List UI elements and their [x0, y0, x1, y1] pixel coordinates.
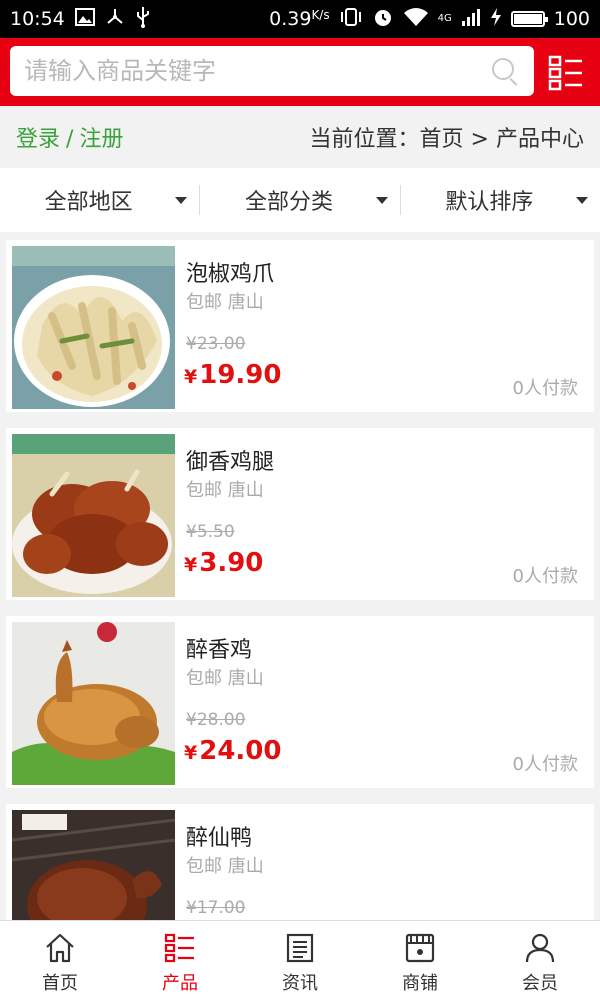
network-type: 4G [437, 13, 452, 24]
login-link[interactable]: 登录 [16, 127, 60, 152]
register-link[interactable]: 注册 [79, 127, 123, 152]
signal-icon [461, 7, 481, 31]
usb-hub-icon [105, 7, 125, 31]
original-price: ¥23.00 [186, 334, 246, 354]
product-list-icon [164, 933, 194, 963]
product-card[interactable]: 醉香鸡 包邮 唐山 ¥28.00 ¥24.00 0人付款 [6, 616, 594, 788]
sale-price-value: 3.90 [199, 548, 264, 578]
filter-sort-label: 默认排序 [445, 190, 534, 215]
product-card[interactable]: 醉仙鸭 包邮 唐山 ¥17.00 ¥ [6, 804, 594, 920]
sale-price: ¥3.90 [184, 548, 263, 578]
tab-shop-label: 商铺 [402, 973, 438, 994]
breadcrumb-current: 产品中心 [495, 127, 584, 152]
filter-region-label: 全部地区 [44, 190, 133, 215]
network-speed: 0.39 [269, 8, 312, 30]
member-icon [525, 933, 555, 963]
currency-symbol: ¥ [184, 554, 198, 576]
breadcrumb: 当前位置：首页 > 产品中心 [310, 121, 584, 153]
buyer-count: 0人付款 [512, 378, 578, 399]
product-meta: 包邮 唐山 [186, 668, 264, 689]
sale-price-value: 24.00 [199, 736, 282, 766]
sale-price-value: 19.90 [199, 360, 282, 390]
news-icon [286, 933, 314, 963]
buyer-count: 0人付款 [512, 566, 578, 587]
charging-icon [490, 7, 502, 31]
status-bar: 10:54 0.39K/s 4G 100 [0, 0, 600, 38]
product-image[interactable] [12, 622, 175, 785]
image-icon [74, 8, 95, 30]
product-name[interactable]: 御香鸡腿 [186, 444, 274, 476]
original-price: ¥28.00 [186, 710, 246, 730]
filter-region[interactable]: 全部地区 [0, 185, 199, 215]
battery-level: 100 [553, 8, 590, 30]
sale-price: ¥19.90 [184, 360, 281, 390]
currency-symbol: ¥ [184, 742, 198, 764]
filter-category-label: 全部分类 [244, 190, 333, 215]
buyer-count: 0人付款 [512, 754, 578, 775]
filter-sort[interactable]: 默认排序 [399, 185, 600, 215]
wifi-icon [403, 7, 429, 31]
original-price: ¥5.50 [186, 522, 235, 542]
header [0, 38, 600, 106]
category-menu-icon[interactable] [546, 53, 586, 93]
original-price: ¥17.00 [186, 898, 246, 918]
tab-news-label: 资讯 [282, 973, 318, 994]
login-register: 登录 / 注册 [16, 121, 123, 153]
sale-price: ¥24.00 [184, 736, 281, 766]
search-box[interactable] [10, 46, 534, 96]
product-image[interactable] [12, 810, 175, 920]
caret-down-icon [375, 197, 388, 204]
caret-down-icon [175, 197, 188, 204]
product-card[interactable]: 泡椒鸡爪 包邮 唐山 ¥23.00 ¥19.90 0人付款 [6, 240, 594, 412]
product-name[interactable]: 泡椒鸡爪 [186, 256, 274, 288]
product-image[interactable] [12, 246, 175, 409]
product-list: 泡椒鸡爪 包邮 唐山 ¥23.00 ¥19.90 0人付款 御香鸡腿 包邮 唐山… [0, 232, 600, 920]
status-time: 10:54 [10, 8, 65, 30]
tab-shop[interactable]: 商铺 [360, 921, 480, 1000]
product-image[interactable] [12, 434, 175, 597]
filter-category[interactable]: 全部分类 [199, 185, 399, 215]
location-bar: 登录 / 注册 当前位置：首页 > 产品中心 [0, 106, 600, 168]
search-input[interactable] [24, 57, 490, 85]
bottom-tab-bar: 首页 产品 资讯 商铺 会员 [0, 920, 600, 1000]
tab-home-label: 首页 [42, 973, 78, 994]
tab-member-label: 会员 [522, 973, 558, 994]
product-meta: 包邮 唐山 [186, 856, 264, 877]
currency-symbol: ¥ [184, 366, 198, 388]
tab-member[interactable]: 会员 [480, 921, 600, 1000]
location-label: 当前位置： [309, 127, 420, 152]
usb-icon [135, 6, 151, 32]
breadcrumb-separator: > [470, 127, 489, 152]
login-separator: / [66, 127, 74, 152]
tab-news[interactable]: 资讯 [240, 921, 360, 1000]
product-card[interactable]: 御香鸡腿 包邮 唐山 ¥5.50 ¥3.90 0人付款 [6, 428, 594, 600]
tab-product-label: 产品 [162, 973, 198, 994]
breadcrumb-home[interactable]: 首页 [420, 127, 464, 152]
product-name[interactable]: 醉香鸡 [186, 632, 252, 664]
tab-product[interactable]: 产品 [120, 921, 240, 1000]
product-meta: 包邮 唐山 [186, 292, 264, 313]
product-name[interactable]: 醉仙鸭 [186, 820, 252, 852]
speed-unit: K/s [311, 8, 330, 22]
home-icon [46, 933, 74, 963]
caret-down-icon [575, 197, 588, 204]
product-meta: 包邮 唐山 [186, 480, 264, 501]
search-icon[interactable] [490, 56, 520, 86]
battery-icon [510, 11, 548, 27]
alarm-icon [372, 6, 394, 32]
tab-home[interactable]: 首页 [0, 921, 120, 1000]
filter-bar: 全部地区 全部分类 默认排序 [0, 168, 600, 232]
shop-icon [405, 933, 435, 963]
vibrate-icon [339, 7, 363, 31]
